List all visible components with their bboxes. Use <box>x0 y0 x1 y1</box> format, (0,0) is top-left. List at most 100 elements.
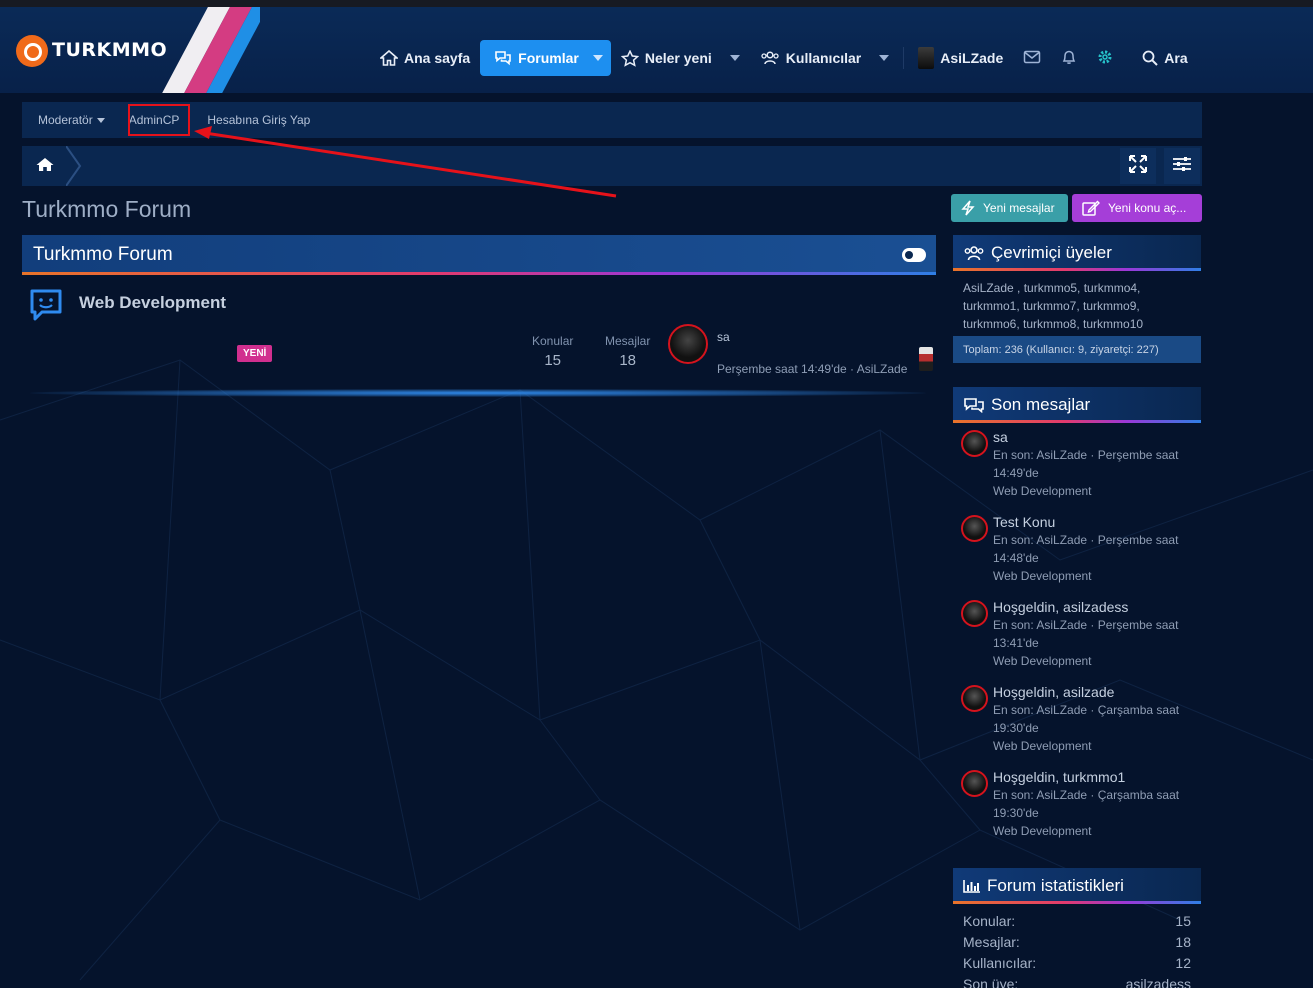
nav-user-label: AsiLZade <box>940 50 1004 66</box>
nav-members[interactable]: Kullanıcılar <box>750 40 899 76</box>
nav-forums[interactable]: Forumlar <box>480 40 611 76</box>
forum-category-block: Turkmmo Forum Web Development YENİ Konul… <box>22 235 936 397</box>
forum-node-title[interactable]: Web Development <box>79 293 226 313</box>
list-item: Hoşgeldin, asilzade En son: AsiLZade · Ç… <box>953 683 1201 756</box>
post-title[interactable]: Test Konu <box>993 513 1201 531</box>
post-forum[interactable]: Web Development <box>993 482 1201 500</box>
stat-row: Son üye: asilzadess <box>963 973 1191 988</box>
subnav-moderator[interactable]: Moderatör <box>22 102 113 138</box>
mini-avatar[interactable] <box>919 347 933 371</box>
fullscreen-button[interactable] <box>1120 148 1156 184</box>
stat-row: Kullanıcılar: 12 <box>963 952 1191 973</box>
nav-search[interactable]: Ara <box>1132 40 1197 76</box>
expand-icon <box>1129 155 1147 177</box>
messages-stat: Mesajlar 18 <box>605 334 650 369</box>
star-icon <box>620 49 639 67</box>
avatar[interactable] <box>961 515 988 542</box>
site-logo[interactable]: TURKMMO <box>0 7 260 93</box>
page-title: Turkmmo Forum <box>22 196 192 222</box>
chevron-down-icon[interactable] <box>879 55 890 61</box>
new-posts-button[interactable]: Yeni mesajlar <box>951 194 1068 222</box>
forum-node: Web Development YENİ Konular 15 Mesajlar… <box>22 275 936 397</box>
new-thread-button[interactable]: Yeni konu aç... <box>1072 194 1202 222</box>
stat-row: Mesajlar: 18 <box>963 931 1191 952</box>
edit-icon <box>1082 200 1100 216</box>
avatar[interactable] <box>961 770 988 797</box>
post-title[interactable]: Hoşgeldin, turkmmo1 <box>993 768 1201 786</box>
post-forum[interactable]: Web Development <box>993 737 1201 755</box>
avatar[interactable] <box>668 324 708 364</box>
messages-count: 18 <box>619 352 637 369</box>
avatar[interactable] <box>961 600 988 627</box>
list-item: sa En son: AsiLZade · Perşembe saat 14:4… <box>953 428 1201 501</box>
nav-home[interactable]: Ana sayfa <box>370 40 480 76</box>
breadcrumb-home[interactable] <box>22 146 68 186</box>
list-item: Test Konu En son: AsiLZade · Perşembe sa… <box>953 513 1201 586</box>
nav-admin[interactable] <box>1087 40 1123 76</box>
collapse-toggle[interactable] <box>902 248 926 262</box>
stat-value: 18 <box>1175 933 1191 950</box>
forum-stats-block: Forum istatistikleri Konular: 15 Mesajla… <box>953 868 1201 988</box>
nav-search-label: Ara <box>1164 50 1188 66</box>
post-meta: En son: AsiLZade · Perşembe saat 14:49'd… <box>993 448 1179 480</box>
stat-value[interactable]: asilzadess <box>1126 976 1191 988</box>
breadcrumb-chevron <box>66 146 82 186</box>
nav-alerts[interactable] <box>1051 40 1087 76</box>
post-forum[interactable]: Web Development <box>993 822 1201 840</box>
nav-separator <box>903 47 905 69</box>
stats-header: Forum istatistikleri <box>953 868 1201 904</box>
list-item: Hoşgeldin, turkmmo1 En son: AsiLZade · Ç… <box>953 768 1201 841</box>
online-title[interactable]: Çevrimiçi üyeler <box>991 243 1112 263</box>
logo-text: TURKMMO <box>52 39 168 61</box>
stat-row: Konular: 15 <box>963 910 1191 931</box>
logo-icon <box>16 35 48 67</box>
post-title[interactable]: Hoşgeldin, asilzadess <box>993 598 1201 616</box>
nav-separator <box>1127 47 1128 69</box>
stat-value: 12 <box>1175 954 1191 971</box>
category-title[interactable]: Turkmmo Forum <box>33 244 173 266</box>
post-meta: En son: AsiLZade · Perşembe saat 13:41'd… <box>993 618 1179 650</box>
home-icon <box>380 50 398 66</box>
style-settings-button[interactable] <box>1164 148 1200 184</box>
comments-icon <box>963 397 985 413</box>
avatar[interactable] <box>961 685 988 712</box>
chevron-down-icon[interactable] <box>592 55 603 61</box>
post-forum[interactable]: Web Development <box>993 567 1201 585</box>
avatar[interactable] <box>961 430 988 457</box>
chevron-down-icon[interactable] <box>729 55 740 61</box>
window-top-bar <box>0 0 1313 7</box>
bell-icon <box>1061 49 1077 68</box>
forum-chat-icon <box>28 287 64 327</box>
latest-title[interactable]: Son mesajlar <box>991 395 1090 415</box>
users-icon <box>963 245 985 261</box>
stat-label: Kullanıcılar: <box>963 954 1037 971</box>
nav-members-label: Kullanıcılar <box>785 50 862 66</box>
category-header: Turkmmo Forum <box>22 235 936 275</box>
online-members-list[interactable]: AsiLZade , turkmmo5, turkmmo4, turkmmo1,… <box>953 271 1201 336</box>
post-meta: En son: AsiLZade · Perşembe saat 14:48'd… <box>993 533 1179 565</box>
envelope-icon <box>1023 50 1041 67</box>
post-forum[interactable]: Web Development <box>993 652 1201 670</box>
post-meta: En son: AsiLZade · Çarşamba saat 19:30'd… <box>993 788 1180 820</box>
stats-title: Forum istatistikleri <box>987 876 1124 895</box>
site-header: TURKMMO Ana sayfa Forumlar Neler yeni Ku… <box>0 7 1313 93</box>
sub-nav: Moderatör AdminCP Hesabına Giriş Yap <box>22 102 1202 138</box>
online-total: Toplam: 236 (Kullanıcı: 9, ziyaretçi: 22… <box>953 336 1201 363</box>
post-title[interactable]: Hoşgeldin, asilzade <box>993 683 1201 701</box>
last-post-title[interactable]: sa <box>717 330 730 344</box>
chevron-down-icon <box>96 117 105 123</box>
stat-value: 15 <box>1175 912 1191 929</box>
nav-user-account[interactable]: AsiLZade <box>908 40 1013 76</box>
nav-whats-new[interactable]: Neler yeni <box>611 40 750 76</box>
subnav-login-as[interactable]: Hesabına Giriş Yap <box>187 102 318 138</box>
post-title[interactable]: sa <box>993 428 1201 446</box>
threads-label: Konular <box>532 334 574 348</box>
latest-posts-block: Son mesajlar sa En son: AsiLZade · Perşe… <box>953 387 1201 853</box>
bar-chart-icon <box>963 879 981 893</box>
home-icon <box>36 157 54 176</box>
new-posts-label: Yeni mesajlar <box>983 201 1055 215</box>
nav-home-label: Ana sayfa <box>404 50 471 66</box>
avatar <box>918 47 935 69</box>
latest-posts-list: sa En son: AsiLZade · Perşembe saat 14:4… <box>953 423 1201 841</box>
nav-inbox[interactable] <box>1013 40 1051 76</box>
